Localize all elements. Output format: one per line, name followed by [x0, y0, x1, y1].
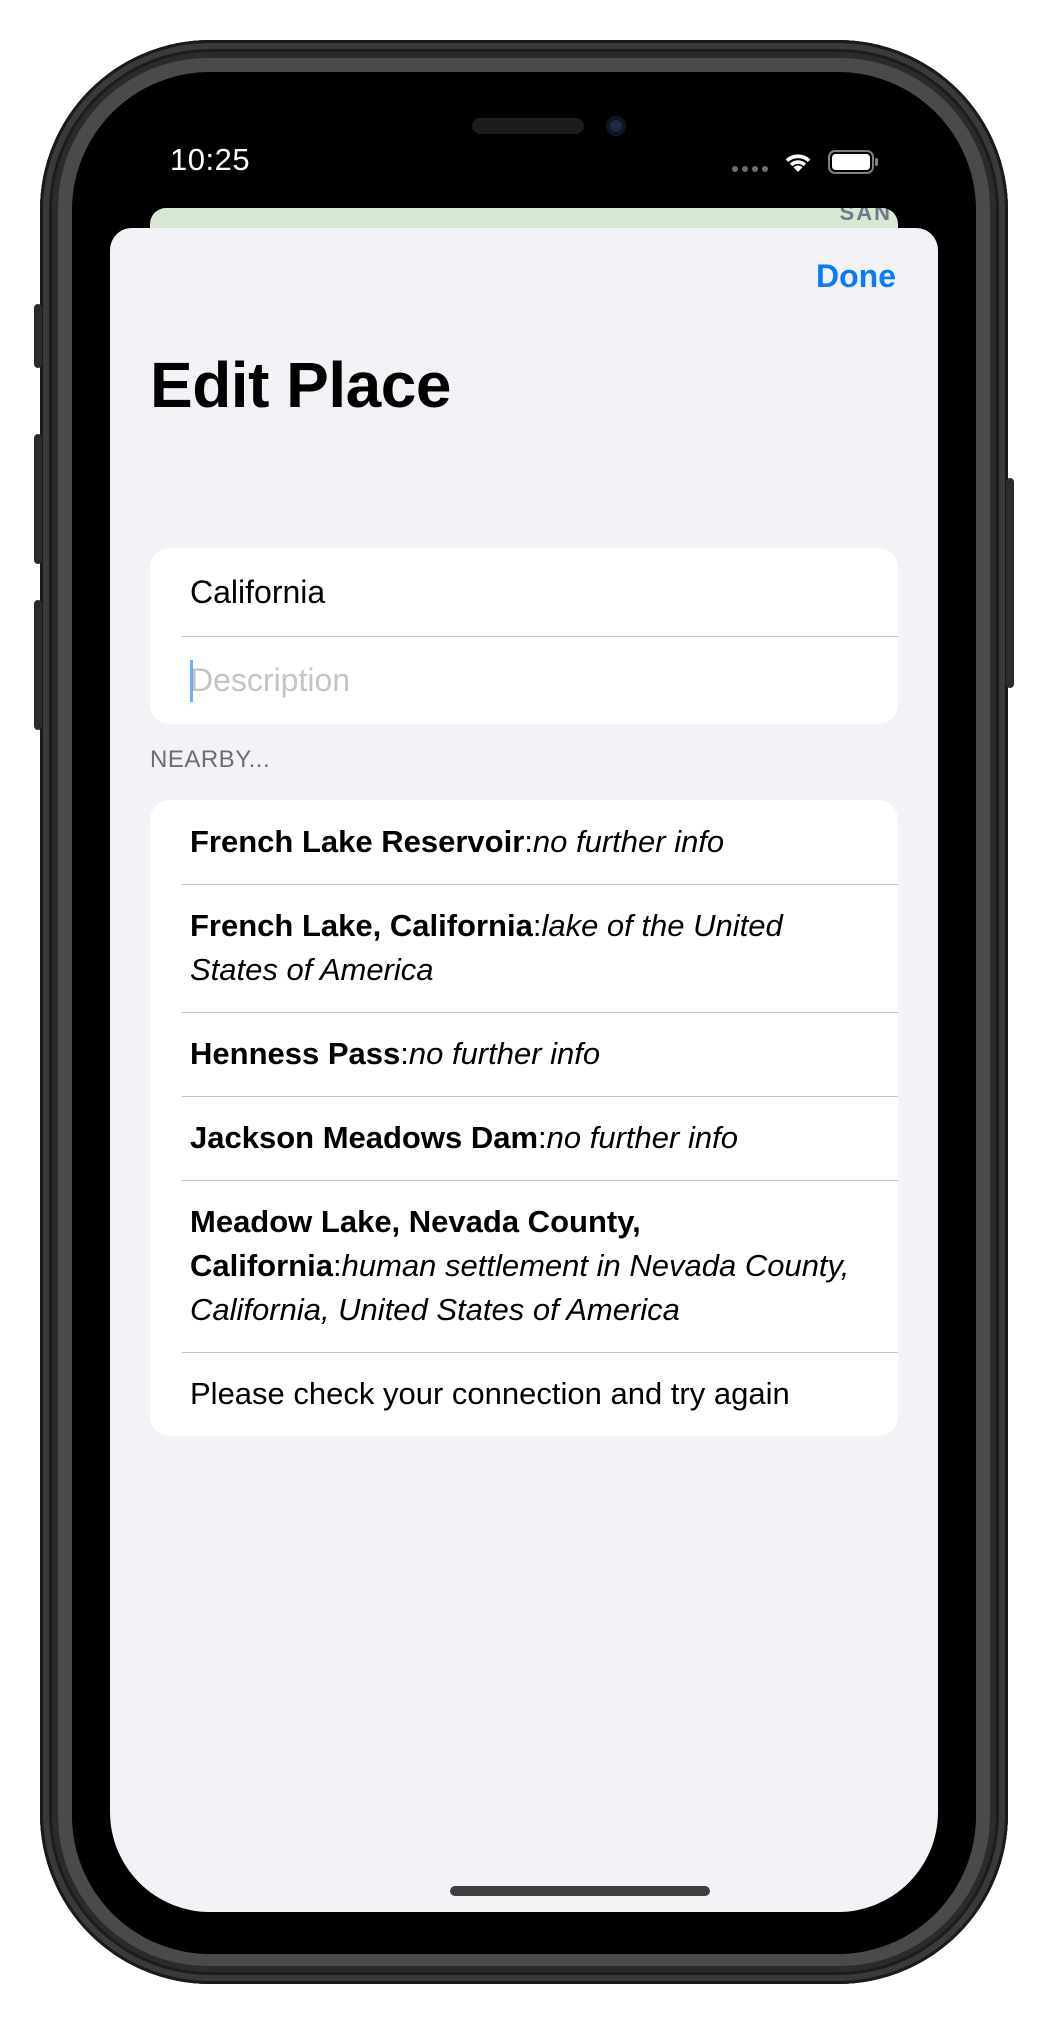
place-name: Jackson Meadows Dam [190, 1120, 539, 1155]
power-button [1006, 478, 1014, 688]
done-button[interactable]: Done [816, 258, 896, 295]
place-name: French Lake Reservoir [190, 824, 525, 859]
volume-up-button [34, 434, 42, 564]
connection-error-message: Please check your connection and try aga… [150, 1352, 898, 1436]
map-label: SAN [839, 208, 892, 225]
nearby-list: French Lake Reservoir:no further info Fr… [150, 800, 898, 1436]
description-field-row [150, 636, 898, 724]
home-indicator[interactable] [450, 1886, 710, 1896]
place-name: French Lake, California [190, 908, 533, 943]
front-camera [606, 116, 626, 136]
place-description: no further info [532, 824, 725, 859]
list-item[interactable]: Henness Pass:no further info [150, 1012, 898, 1096]
battery-icon [828, 150, 880, 179]
volume-down-button [34, 600, 42, 730]
list-item[interactable]: Jackson Meadows Dam:no further info [150, 1096, 898, 1180]
text-cursor [190, 660, 193, 702]
place-fields-group [150, 548, 898, 724]
list-item[interactable]: French Lake, California:lake of the Unit… [150, 884, 898, 1012]
mute-switch [34, 304, 42, 368]
place-description: no further info [546, 1120, 738, 1155]
screen: 10:25 SAN Done Edit Place California Des… [72, 72, 976, 1954]
status-time: 10:25 [170, 142, 251, 177]
speaker-grille [472, 118, 584, 134]
list-item[interactable]: Meadow Lake, Nevada County, California:h… [150, 1180, 898, 1352]
name-field[interactable] [190, 573, 830, 611]
place-description: no further info [408, 1036, 601, 1071]
page-title: Edit Place [150, 349, 451, 421]
description-field[interactable] [190, 661, 830, 699]
place-name: Henness Pass [190, 1036, 401, 1071]
name-field-row [150, 548, 898, 636]
list-item[interactable]: French Lake Reservoir:no further info [150, 800, 898, 884]
wifi-icon [782, 150, 814, 179]
status-icons [732, 150, 880, 179]
nearby-section-header: NEARBY... [150, 746, 271, 773]
signal-icon [732, 158, 768, 172]
edit-place-sheet: Done Edit Place NEARBY... French Lake Re… [110, 228, 938, 1912]
